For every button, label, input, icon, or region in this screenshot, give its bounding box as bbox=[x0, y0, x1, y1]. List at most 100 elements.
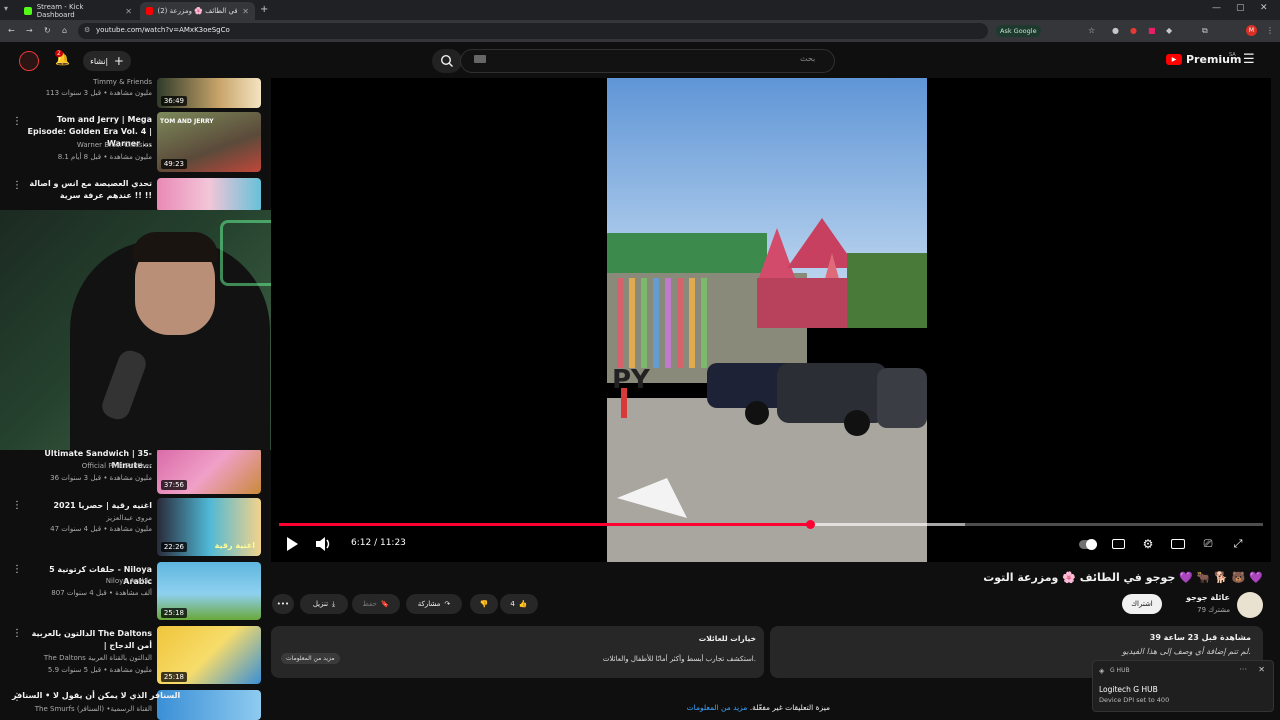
extension-icon[interactable]: ● bbox=[1130, 26, 1137, 35]
captions-button[interactable] bbox=[1110, 536, 1126, 552]
more-options-icon[interactable]: ⋮ bbox=[12, 116, 22, 127]
duration-badge: 22:26 bbox=[160, 542, 187, 552]
theater-mode-button[interactable] bbox=[1170, 536, 1186, 552]
channel-name[interactable]: The Daltons الدالتون بالقناة العربية bbox=[44, 654, 152, 662]
tab-kick-dashboard[interactable]: Stream - Kick Dashboard ✕ bbox=[18, 2, 138, 20]
comments-disabled-text: ميزة التعليقات غير مفعّلة. bbox=[749, 703, 830, 712]
tab-youtube-video[interactable]: (2) جوجو في الطائف 🌸 ومزرعة ✕ bbox=[140, 2, 255, 20]
channel-avatar[interactable] bbox=[1237, 592, 1263, 618]
minimize-icon[interactable]: — bbox=[1212, 3, 1221, 13]
video-frame[interactable]: PY bbox=[607, 78, 927, 562]
like-button[interactable]: 4 👍 bbox=[500, 594, 538, 614]
list-item[interactable]: ⋮ TOM AND JERRY 49:23 Tom and Jerry | Me… bbox=[0, 112, 265, 174]
guide-menu-icon[interactable]: ☰ bbox=[1243, 52, 1255, 67]
channel-name[interactable]: Niloya Arabic bbox=[106, 577, 152, 585]
extensions-puzzle-icon[interactable]: ⧉ bbox=[1202, 26, 1208, 36]
list-item[interactable]: ⋮ 25:18 الدالتون بالعربية The Daltons | … bbox=[0, 626, 265, 686]
extension-icon[interactable]: ● bbox=[1112, 26, 1119, 35]
site-info-icon[interactable]: ⚙ bbox=[84, 26, 90, 34]
more-options-icon[interactable]: ⋮ bbox=[12, 500, 22, 511]
subscriber-count: 79 مشترك bbox=[1197, 606, 1230, 614]
save-button[interactable]: حفظ 🔖 bbox=[352, 594, 400, 614]
tab-search-icon[interactable]: ▾ bbox=[4, 4, 8, 13]
list-item[interactable]: 36:49 Timmy & Friends 113 مليون مشاهدة •… bbox=[0, 78, 265, 110]
back-icon[interactable]: ← bbox=[8, 26, 15, 35]
close-icon[interactable]: ✕ bbox=[1258, 665, 1265, 674]
channel-name[interactable]: عائلة جوجو bbox=[1150, 593, 1230, 602]
toast-more-icon[interactable]: ··· bbox=[1239, 665, 1247, 674]
extension-icon[interactable]: ■ bbox=[1148, 26, 1156, 35]
maximize-icon[interactable]: ▢ bbox=[1236, 3, 1245, 13]
cast-icon: ⎚ bbox=[1203, 537, 1213, 550]
close-window-icon[interactable]: ✕ bbox=[1260, 3, 1268, 13]
url-text: youtube.com/watch?v=AMxK3oeSgCo bbox=[96, 26, 230, 34]
comments-learn-more-link[interactable]: مزيد من المعلومات bbox=[687, 703, 748, 712]
share-button[interactable]: مشاركة ↷ bbox=[406, 594, 462, 614]
search-placeholder: بحث bbox=[800, 54, 816, 63]
streamer-hair bbox=[132, 232, 218, 262]
profile-avatar-icon[interactable]: M bbox=[1246, 25, 1257, 36]
browser-menu-icon[interactable]: ⋮ bbox=[1266, 26, 1274, 35]
close-tab-icon[interactable]: ✕ bbox=[242, 7, 249, 16]
channel-name[interactable]: Warner Bros. Classics bbox=[77, 141, 152, 149]
search-input[interactable] bbox=[460, 49, 835, 73]
more-options-icon[interactable]: ⋮ bbox=[12, 628, 22, 639]
video-meta: 36 مليون مشاهدة • قبل 3 سنوات bbox=[50, 474, 152, 482]
thumbs-up-icon: 👍 bbox=[518, 600, 528, 608]
toast-app-name: G HUB bbox=[1110, 667, 1130, 674]
autoplay-toggle[interactable] bbox=[1078, 536, 1098, 552]
more-options-icon[interactable]: ⋮ bbox=[12, 180, 22, 191]
channel-name[interactable]: Official Pink Panther bbox=[82, 462, 152, 470]
ask-google-button[interactable]: Ask Google bbox=[996, 25, 1041, 37]
video-title[interactable]: تحدي العصيصة مع انس و اصالة !! عندهم عرف… bbox=[27, 178, 152, 202]
subscribe-button[interactable]: اشتراك bbox=[1122, 594, 1162, 614]
new-tab-icon[interactable]: + bbox=[260, 4, 268, 15]
video-title[interactable]: السنافر الذي لا يمكن أن يقول لا • السناف… bbox=[12, 690, 180, 702]
learn-more-button[interactable]: مزيد من المعلومات bbox=[281, 653, 340, 664]
comments-disabled-note: ميزة التعليقات غير مفعّلة. مزيد من المعل… bbox=[600, 703, 830, 712]
more-options-icon[interactable]: ⋮ bbox=[12, 564, 22, 575]
save-label: حفظ bbox=[362, 600, 377, 608]
list-item[interactable]: ⋮ تحدي العصيصة مع انس و اصالة !! عندهم ع… bbox=[0, 176, 265, 212]
video-title[interactable]: الدالتون بالعربية The Daltons | أمن الدج… bbox=[27, 628, 152, 652]
search-button[interactable] bbox=[432, 49, 462, 73]
video-meta: 807 ألف مشاهدة • قبل 4 سنوات bbox=[51, 589, 152, 597]
svg-text:PY: PY bbox=[612, 365, 651, 395]
account-avatar[interactable] bbox=[19, 51, 39, 71]
volume-button[interactable] bbox=[316, 536, 332, 552]
toast-title: Logitech G HUB bbox=[1099, 685, 1158, 694]
download-icon: ⤓ bbox=[332, 599, 336, 608]
video-meta: 113 مليون مشاهدة • قبل 3 سنوات bbox=[45, 89, 152, 97]
settings-button[interactable]: ⚙ bbox=[1140, 536, 1156, 552]
channel-name[interactable]: The Smurfs (السنافر) •القناة الرسمية bbox=[35, 705, 152, 713]
autoplay-toggle-icon bbox=[1079, 538, 1097, 550]
close-tab-icon[interactable]: ✕ bbox=[125, 7, 132, 16]
search-icon bbox=[440, 54, 453, 67]
youtube-play-icon: ▶ bbox=[1166, 54, 1182, 65]
play-button[interactable] bbox=[284, 536, 300, 552]
youtube-favicon-icon bbox=[146, 7, 153, 15]
ghub-notification[interactable]: ◈ G HUB ··· ✕ Logitech G HUB Device DPI … bbox=[1092, 660, 1274, 712]
keyboard-icon[interactable] bbox=[474, 55, 486, 63]
list-item[interactable]: 37:56 Ultimate Sandwich | 35-Minute... O… bbox=[0, 448, 265, 496]
download-button[interactable]: تنزيل ⤓ bbox=[300, 594, 348, 614]
channel-name[interactable]: Timmy & Friends bbox=[93, 78, 152, 86]
like-count: 4 bbox=[510, 600, 515, 608]
channel-name[interactable]: مروى عبدالعزيز bbox=[106, 514, 152, 522]
share-icon: ↷ bbox=[444, 600, 451, 608]
cast-button[interactable]: ⎚ bbox=[1200, 536, 1216, 552]
fullscreen-button[interactable]: ⤢ bbox=[1230, 536, 1246, 552]
video-thumbnail[interactable] bbox=[157, 178, 261, 212]
bookmark-star-icon[interactable]: ☆ bbox=[1088, 26, 1095, 35]
video-title[interactable]: اغنيه رقية | حصريا 2021 bbox=[27, 500, 152, 512]
list-item[interactable]: ⋮ 25:18 حلقات كرتونية 5 - Niloya Arabic … bbox=[0, 562, 265, 622]
reload-icon[interactable]: ↻ bbox=[44, 26, 51, 35]
list-item[interactable]: ⋮ اغنية رقية 22:26 اغنيه رقية | حصريا 20… bbox=[0, 498, 265, 558]
more-actions-button[interactable]: ••• bbox=[272, 594, 294, 614]
home-icon[interactable]: ⌂ bbox=[62, 26, 67, 35]
create-button[interactable]: إنشاء + bbox=[83, 51, 131, 71]
dislike-button[interactable]: 👎 bbox=[470, 594, 498, 614]
list-item[interactable]: ⋮ السنافر الذي لا يمكن أن يقول لا • السن… bbox=[0, 690, 265, 720]
extension-icon[interactable]: ◆ bbox=[1166, 26, 1172, 35]
forward-icon[interactable]: → bbox=[26, 26, 33, 35]
